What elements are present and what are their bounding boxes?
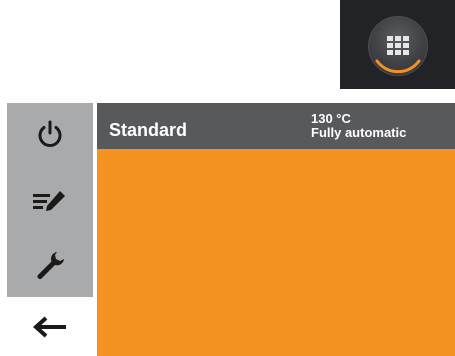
back-button[interactable] (7, 297, 93, 356)
power-button[interactable] (7, 105, 93, 163)
content-area (97, 149, 455, 356)
mode-value: Fully automatic (311, 125, 407, 140)
grid-icon (387, 36, 409, 55)
program-info: 130 °C Fully automatic (311, 112, 406, 140)
temperature-value: 130 °C (311, 111, 351, 126)
power-icon (38, 120, 62, 147)
edit-list-icon (33, 191, 65, 211)
settings-button[interactable] (7, 237, 93, 295)
sidebar (7, 103, 93, 297)
wrench-icon (37, 252, 64, 279)
program-name: Standard (109, 120, 188, 140)
app-menu-button[interactable] (368, 16, 428, 76)
edit-button[interactable] (7, 173, 93, 231)
program-header: Standard 130 °C Fully automatic (97, 103, 455, 149)
arrow-left-icon (33, 316, 66, 337)
app-menu-area (340, 0, 455, 89)
